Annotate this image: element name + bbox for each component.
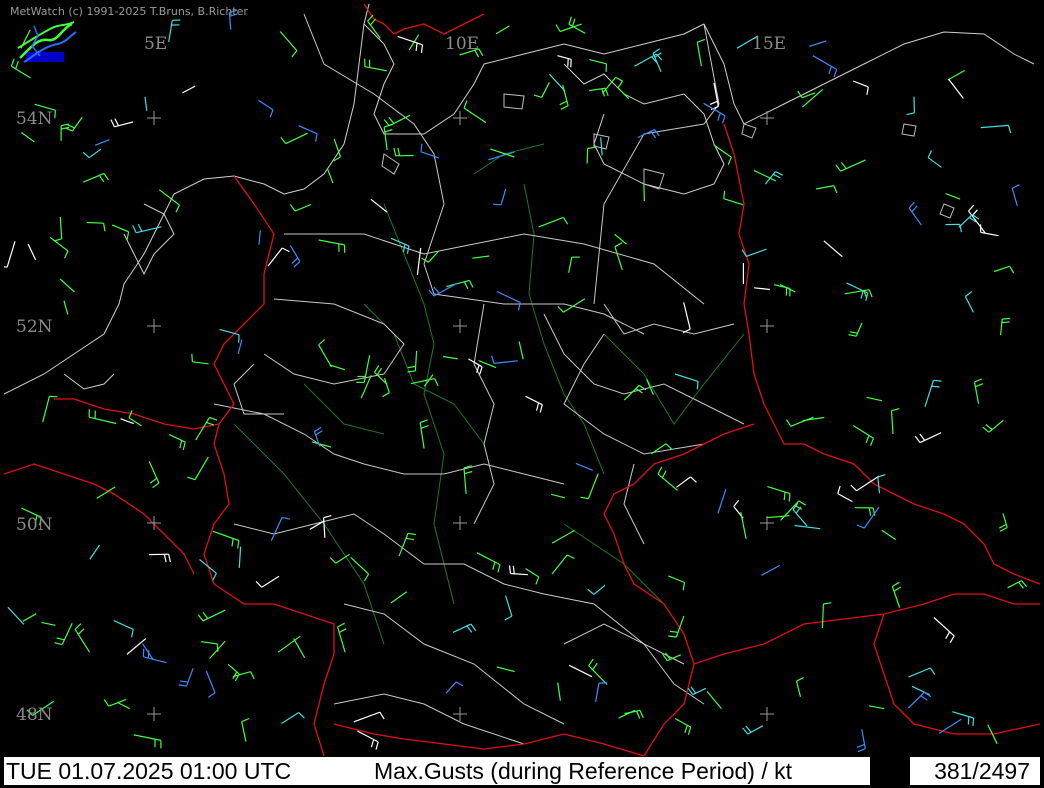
lon-label-15e: 15E: [752, 34, 786, 54]
map-window: 5E 10E 15E 54N 52N 50N 48N MetWatch (c) …: [0, 0, 1044, 788]
status-title: Max.Gusts (during Reference Period) / kt: [374, 758, 792, 784]
lat-label-50n: 50N: [16, 515, 53, 535]
lon-label-10e: 10E: [445, 34, 479, 54]
lat-label-48n: 48N: [16, 705, 53, 725]
status-bar: TUE 01.07.2025 01:00 UTC Max.Gusts (duri…: [4, 757, 1040, 785]
lat-label-54n: 54N: [16, 109, 53, 129]
status-separator: [870, 757, 910, 785]
status-counter: 381/2497: [934, 758, 1030, 784]
status-datetime: TUE 01.07.2025 01:00 UTC: [6, 758, 292, 784]
lon-label-5e: 5E: [144, 34, 167, 54]
weather-map[interactable]: 5E 10E 15E 54N 52N 50N 48N: [4, 4, 1040, 756]
lat-label-52n: 52N: [16, 317, 53, 337]
credit-text: MetWatch (c) 1991-2025 T.Bruns, B.Richte…: [10, 5, 248, 18]
